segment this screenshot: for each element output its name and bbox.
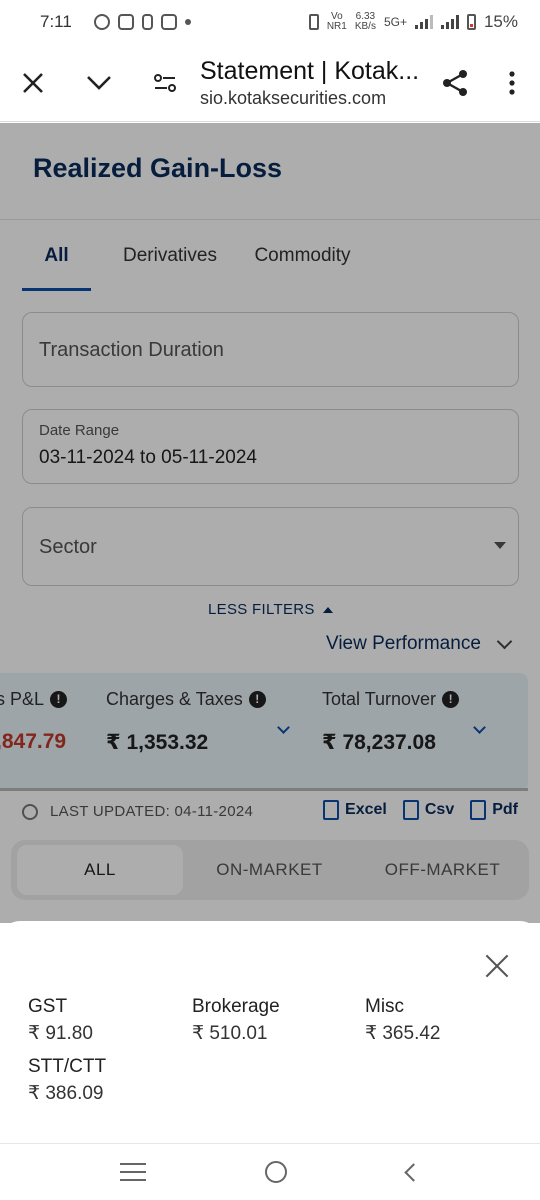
back-button[interactable] xyxy=(404,1162,423,1182)
network-speed: 6.33 KB/s xyxy=(355,12,376,32)
more-vert-icon xyxy=(509,70,515,95)
instagram-icon xyxy=(117,14,134,30)
close-tab-button[interactable] xyxy=(0,44,66,122)
page-title-browser: Statement | Kotak... xyxy=(200,56,420,85)
system-nav-bar xyxy=(0,1143,540,1200)
sim-alert-icon xyxy=(141,14,153,30)
status-indicators: Vo NR1 6.33 KB/s 5G+ 15% xyxy=(308,11,518,32)
status-time: 7:11 xyxy=(40,12,72,31)
messenger-icon xyxy=(93,14,110,30)
app-notification-icon xyxy=(160,14,177,30)
more-options-button[interactable] xyxy=(484,44,540,122)
network-speed-unit: KB/s xyxy=(354,21,376,32)
charge-label: Brokerage xyxy=(192,996,280,1017)
browser-toolbar: Statement | Kotak... sio.kotaksecurities… xyxy=(0,44,540,122)
network-type: 5G+ xyxy=(383,15,407,29)
charge-item-gst: GST ₹ 91.80 xyxy=(28,996,93,1045)
charge-value: ₹ 91.80 xyxy=(28,1023,93,1044)
tab-title-block: Statement | Kotak... sio.kotaksecurities… xyxy=(198,57,426,109)
tune-icon xyxy=(154,73,176,92)
close-icon xyxy=(23,72,43,93)
charge-value: ₹ 365.42 xyxy=(365,1023,441,1044)
volte-label: Vo NR1 xyxy=(326,11,347,32)
charge-label: GST xyxy=(28,996,68,1017)
charge-value: ₹ 510.01 xyxy=(192,1023,268,1044)
vibrate-icon xyxy=(308,14,319,30)
share-icon xyxy=(443,69,467,96)
charges-breakdown-sheet: GST ₹ 91.80 Brokerage ₹ 510.01 Misc ₹ 36… xyxy=(0,921,540,1143)
signal-icon xyxy=(414,15,433,29)
site-settings-button[interactable] xyxy=(132,44,198,122)
close-sheet-button[interactable] xyxy=(484,953,510,979)
battery-icon xyxy=(466,14,476,30)
notification-icons xyxy=(93,14,191,30)
page-url: sio.kotaksecurities.com xyxy=(200,87,387,108)
chevron-down-icon xyxy=(87,75,111,90)
minimize-button[interactable] xyxy=(66,44,132,122)
signal-2-icon xyxy=(440,15,459,29)
charge-label: Misc xyxy=(365,996,405,1017)
charge-label: STT/CTT xyxy=(28,1056,107,1077)
charge-item-misc: Misc ₹ 365.42 xyxy=(365,996,440,1045)
charge-item-stt-ctt: STT/CTT ₹ 386.09 xyxy=(28,1056,106,1105)
share-button[interactable] xyxy=(426,44,484,122)
modal-backdrop[interactable] xyxy=(0,123,540,923)
charge-value: ₹ 386.09 xyxy=(28,1083,104,1104)
more-notifications-icon xyxy=(184,19,191,25)
battery-level: 15% xyxy=(483,12,518,31)
home-button[interactable] xyxy=(265,1161,288,1183)
recent-apps-button[interactable] xyxy=(119,1163,146,1181)
charge-item-brokerage: Brokerage ₹ 510.01 xyxy=(192,996,280,1045)
status-bar: 7:11 Vo NR1 6.33 KB/s 5G+ 15% xyxy=(0,0,540,44)
